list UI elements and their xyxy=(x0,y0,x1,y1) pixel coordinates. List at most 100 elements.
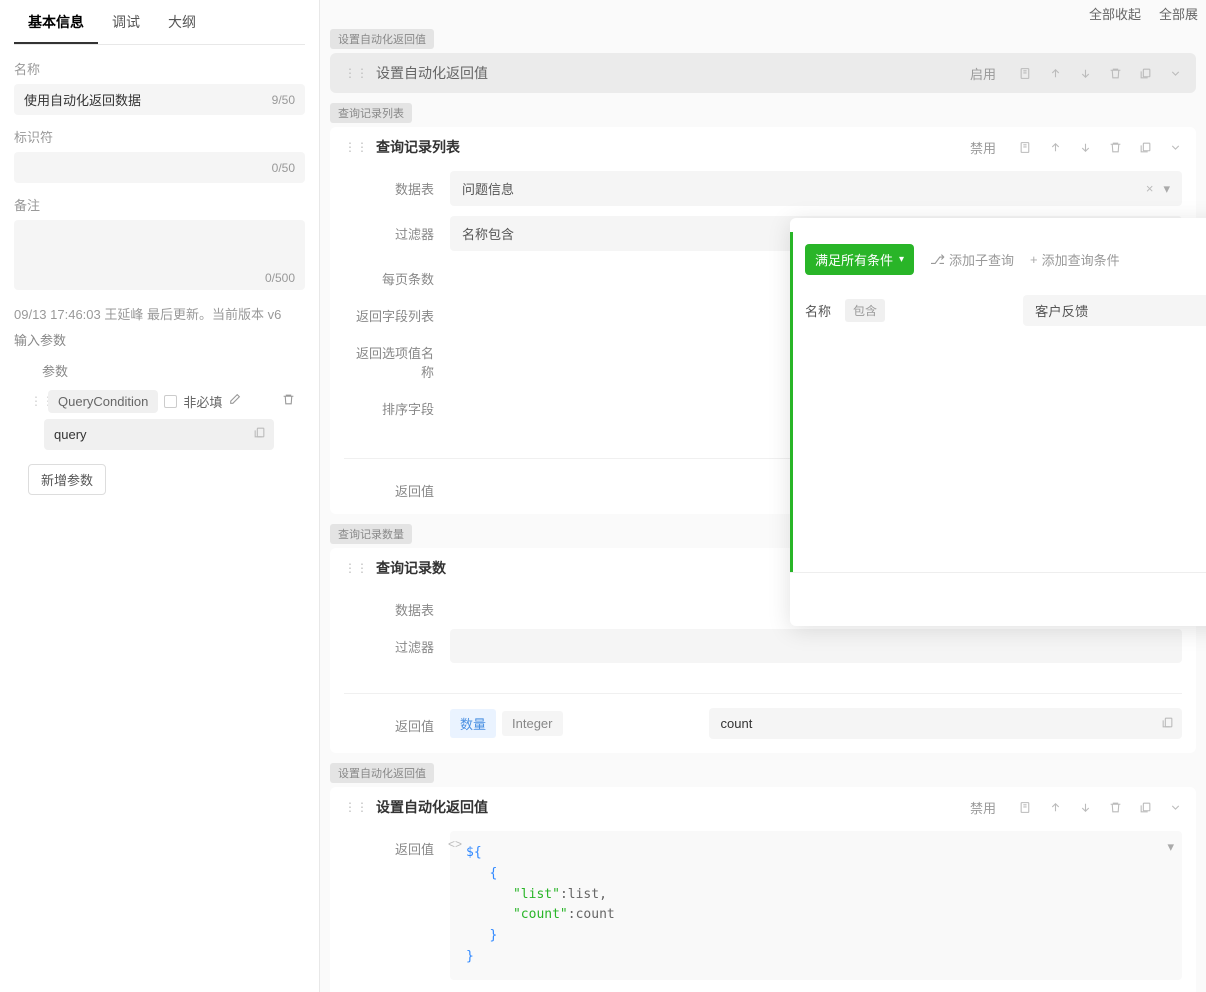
chevron-down-icon: ▾ xyxy=(899,254,904,265)
chevron-down-icon[interactable] xyxy=(1168,66,1182,80)
chevron-down-icon[interactable] xyxy=(1168,800,1182,814)
field-label-filter: 过滤器 xyxy=(344,216,450,243)
qty-type-chip: Integer xyxy=(502,711,562,736)
code-v1: list xyxy=(568,887,599,902)
trash-icon[interactable] xyxy=(1108,140,1122,154)
qty-chip[interactable]: 数量 xyxy=(450,709,496,738)
drag-handle-icon[interactable]: ⋮⋮ xyxy=(30,394,42,408)
field-label-filter3: 过滤器 xyxy=(344,629,450,656)
param-row: ⋮⋮ QueryCondition 非必填 xyxy=(14,390,305,413)
identifier-counter: 0/50 xyxy=(272,161,295,175)
remark-textarea[interactable] xyxy=(14,220,305,290)
add-condition-link[interactable]: + 添加查询条件 xyxy=(1030,250,1120,269)
clear-icon[interactable]: × xyxy=(1146,181,1154,196)
note-icon[interactable] xyxy=(1018,66,1032,80)
step-card-4: ⋮⋮ 设置自动化返回值 禁用 返回值 <> ${ { "list":list, … xyxy=(330,787,1196,992)
arrow-up-icon[interactable] xyxy=(1048,800,1062,814)
data-table-value: 问题信息 xyxy=(462,179,514,198)
code-rb1: } xyxy=(466,949,474,964)
right-panel: 全部收起 全部展 设置自动化返回值 ⋮⋮ 设置自动化返回值 启用 查询记录列表 … xyxy=(320,0,1206,992)
trash-icon[interactable] xyxy=(1108,800,1122,814)
arrow-down-icon[interactable] xyxy=(1078,800,1092,814)
drag-handle-icon[interactable]: ⋮⋮ xyxy=(344,800,368,814)
left-tabs: 基本信息 调试 大纲 xyxy=(0,0,319,44)
identifier-label: 标识符 xyxy=(14,127,305,146)
field-label-returnvalue4: 返回值 xyxy=(344,831,450,858)
section-tag-1: 设置自动化返回值 xyxy=(330,29,434,49)
tab-basic-info[interactable]: 基本信息 xyxy=(14,0,98,44)
step-actions-1: 启用 xyxy=(970,64,1182,83)
param-value-input[interactable]: query xyxy=(44,419,274,450)
popover-top-row: 满足所有条件 ▾ ⎇ 添加子查询 + 添加查询条件 xyxy=(805,244,1206,275)
step-title-1: 设置自动化返回值 xyxy=(376,63,962,83)
step1-status[interactable]: 启用 xyxy=(970,64,996,83)
not-required-label: 非必填 xyxy=(183,392,222,411)
qty-var-text: count xyxy=(721,716,753,731)
filter-condition-row: 名称 包含 原始值 忽略空值 xyxy=(805,295,1206,326)
tab-outline[interactable]: 大纲 xyxy=(154,0,210,44)
plus-icon: + xyxy=(1030,252,1038,267)
expand-all-link[interactable]: 全部展 xyxy=(1159,4,1198,23)
step4-status[interactable]: 禁用 xyxy=(970,798,996,817)
code-block[interactable]: ${ { "list":list, "count":count } } xyxy=(450,831,1182,980)
filter3-select[interactable] xyxy=(450,629,1182,663)
delete-icon[interactable] xyxy=(282,393,295,409)
copy-icon[interactable] xyxy=(1138,66,1152,80)
arrow-up-icon[interactable] xyxy=(1048,140,1062,154)
add-param-button[interactable]: 新增参数 xyxy=(28,464,106,495)
field-label-returnvalue3: 返回值 xyxy=(344,708,450,735)
data-table-select[interactable]: 问题信息 ×▾ xyxy=(450,171,1182,206)
drag-handle-icon[interactable]: ⋮⋮ xyxy=(344,66,368,80)
chevron-down-icon[interactable] xyxy=(1168,140,1182,154)
arrow-up-icon[interactable] xyxy=(1048,66,1062,80)
field-row-returnvalue4: 返回值 <> ${ { "list":list, "count":count }… xyxy=(344,831,1182,980)
copy-icon[interactable] xyxy=(1138,140,1152,154)
qty-var-input[interactable]: count xyxy=(709,708,1183,739)
identifier-input-wrap: 0/50 xyxy=(14,152,305,183)
edit-icon[interactable] xyxy=(228,393,241,409)
field-label-returnopts: 返回选项值名称 xyxy=(344,335,450,381)
popover-body: 满足所有条件 ▾ ⎇ 添加子查询 + 添加查询条件 名称 包含 原始值 忽略空值 xyxy=(790,232,1206,572)
tab-debug[interactable]: 调试 xyxy=(98,0,154,44)
add-sub-label: 添加子查询 xyxy=(949,250,1014,269)
copy-icon[interactable] xyxy=(1138,800,1152,814)
filter-op-chip[interactable]: 包含 xyxy=(845,299,885,322)
filter-value: 名称包含 xyxy=(462,224,514,243)
clipboard-icon[interactable] xyxy=(1161,716,1174,732)
name-counter: 9/50 xyxy=(272,93,295,107)
param-type-chip[interactable]: QueryCondition xyxy=(48,390,158,413)
popover-footer: 确定 xyxy=(790,572,1206,626)
section-tag-2: 查询记录列表 xyxy=(330,103,412,123)
code-rb2: } xyxy=(489,928,497,943)
meet-all-conditions-button[interactable]: 满足所有条件 ▾ xyxy=(805,244,914,275)
code-k2: "count" xyxy=(513,907,568,922)
drag-handle-icon[interactable]: ⋮⋮ xyxy=(344,561,368,575)
name-input-wrap: 9/50 xyxy=(14,84,305,115)
field-label-datatable3: 数据表 xyxy=(344,592,450,619)
collapse-all-link[interactable]: 全部收起 xyxy=(1089,4,1141,23)
param-value-row: query xyxy=(14,419,305,450)
field-row-datatable: 数据表 问题信息 ×▾ xyxy=(344,171,1182,206)
note-icon[interactable] xyxy=(1018,800,1032,814)
remark-label: 备注 xyxy=(14,195,305,214)
name-input[interactable] xyxy=(14,84,305,115)
form-section: 名称 9/50 标识符 0/50 备注 0/500 09/13 17:46:03… xyxy=(0,45,319,509)
section-tag-3: 查询记录数量 xyxy=(330,524,412,544)
code-dollar: $ xyxy=(466,845,474,860)
input-params-label: 输入参数 xyxy=(14,330,305,349)
field-row-filter3: 过滤器 xyxy=(344,629,1182,663)
chevron-down-icon[interactable]: ▾ xyxy=(1167,839,1174,855)
note-icon[interactable] xyxy=(1018,140,1032,154)
arrow-down-icon[interactable] xyxy=(1078,66,1092,80)
field-label-datatable: 数据表 xyxy=(344,171,450,198)
trash-icon[interactable] xyxy=(1108,66,1122,80)
filter-value-input[interactable] xyxy=(1023,295,1206,326)
drag-handle-icon[interactable]: ⋮⋮ xyxy=(344,140,368,154)
add-cond-label: 添加查询条件 xyxy=(1042,250,1120,269)
identifier-input[interactable] xyxy=(14,152,305,183)
add-subquery-link[interactable]: ⎇ 添加子查询 xyxy=(930,250,1014,269)
not-required-checkbox[interactable] xyxy=(164,395,177,408)
clipboard-icon[interactable] xyxy=(253,426,266,442)
step2-status[interactable]: 禁用 xyxy=(970,138,996,157)
arrow-down-icon[interactable] xyxy=(1078,140,1092,154)
